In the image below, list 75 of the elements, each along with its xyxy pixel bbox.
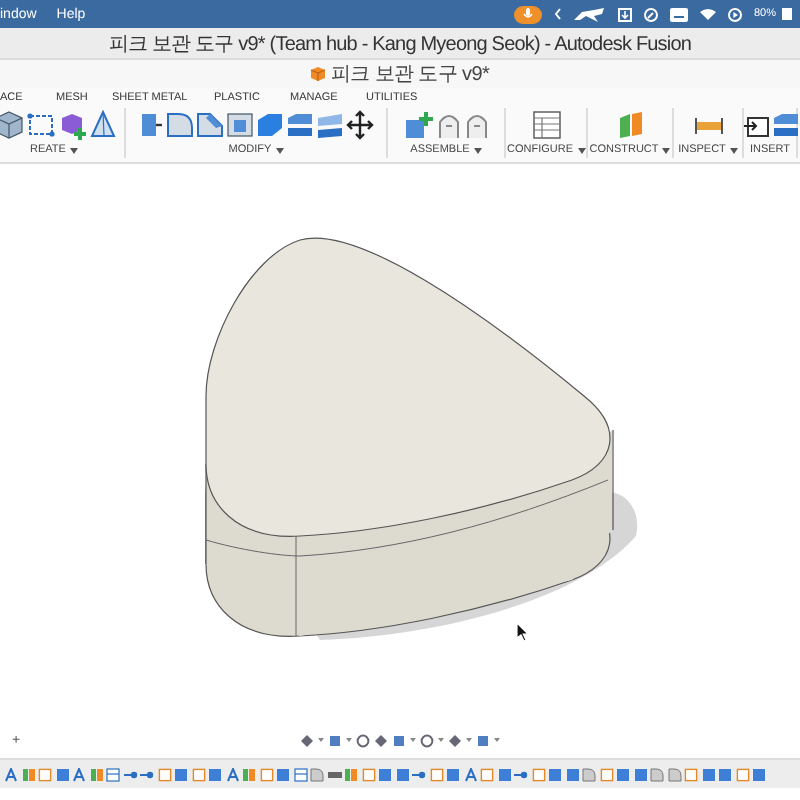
animal-icon[interactable]	[573, 7, 606, 21]
window-title: 피크 보관 도구 v9* (Team hub - Kang Myeong Seok) - Autodesk Fusion	[108, 31, 692, 57]
link-icon[interactable]	[412, 767, 426, 781]
solid-icon[interactable]	[497, 767, 511, 781]
sketch-icon[interactable]	[531, 767, 545, 781]
solid-icon[interactable]	[752, 767, 766, 781]
chevron-left-icon[interactable]	[553, 8, 562, 20]
sketch-icon[interactable]	[684, 767, 698, 781]
letter-a-icon[interactable]	[72, 767, 86, 781]
box-icon[interactable]	[0, 110, 23, 140]
caret-icon[interactable]	[494, 738, 501, 742]
move-arrows-icon[interactable]	[346, 110, 374, 140]
solid-icon[interactable]	[174, 767, 188, 781]
split-icon[interactable]	[21, 767, 35, 781]
split-icon[interactable]	[242, 767, 256, 781]
solid-icon[interactable]	[55, 767, 69, 781]
caret-icon[interactable]	[275, 147, 284, 153]
download-box-icon[interactable]	[617, 7, 632, 21]
press-pull-icon[interactable]	[138, 110, 164, 140]
sketch-icon[interactable]	[157, 767, 171, 781]
caret-icon[interactable]	[729, 147, 738, 153]
keyboard-icon[interactable]	[669, 7, 688, 21]
wifi-icon[interactable]	[699, 8, 716, 20]
table-icon[interactable]	[531, 110, 561, 140]
joint-outline-icon[interactable]	[435, 110, 461, 140]
play-circle-icon[interactable]	[727, 7, 742, 21]
shell-icon[interactable]	[226, 110, 254, 140]
sketch-icon[interactable]	[191, 767, 205, 781]
link-icon[interactable]	[123, 767, 137, 781]
caret-icon[interactable]	[438, 738, 445, 742]
solid-icon[interactable]	[276, 767, 290, 781]
sketch-icon[interactable]	[735, 767, 749, 781]
sketch-icon[interactable]	[361, 767, 375, 781]
caret-icon[interactable]	[346, 738, 353, 742]
caret-icon[interactable]	[577, 147, 585, 153]
solid-icon[interactable]	[446, 767, 460, 781]
solid-block-icon[interactable]	[256, 110, 284, 140]
pyramid-icon[interactable]	[89, 110, 115, 140]
fillet-icon[interactable]	[310, 767, 324, 781]
sketch-icon[interactable]	[429, 767, 443, 781]
caret-icon[interactable]	[69, 147, 78, 153]
table-icon[interactable]	[293, 767, 307, 781]
split-icon[interactable]	[344, 767, 358, 781]
link-icon[interactable]	[514, 767, 528, 781]
letter-a-icon[interactable]	[463, 767, 477, 781]
letter-a-icon[interactable]	[225, 767, 239, 781]
sketch-icon[interactable]	[599, 767, 613, 781]
chamfer-icon[interactable]	[196, 110, 224, 140]
stacked-blocks-icon[interactable]	[771, 110, 799, 140]
fillet-icon[interactable]	[582, 767, 596, 781]
caret-icon[interactable]	[473, 147, 482, 153]
caret-icon[interactable]	[318, 738, 325, 742]
split-icon[interactable]	[89, 767, 103, 781]
battery-icon	[782, 8, 792, 20]
caret-icon[interactable]	[466, 738, 473, 742]
joint-outline-icon[interactable]	[463, 110, 489, 140]
caret-icon[interactable]	[410, 738, 417, 742]
link-icon[interactable]	[140, 767, 154, 781]
box-icon	[310, 66, 327, 82]
new-joint-icon[interactable]	[403, 110, 433, 140]
microphone-indicator-icon[interactable]	[513, 5, 542, 23]
construction-plane-icon[interactable]	[615, 110, 645, 140]
letter-a-icon[interactable]	[4, 767, 18, 781]
sketch-rectangle-icon[interactable]	[25, 110, 55, 140]
table-icon[interactable]	[106, 767, 120, 781]
sketch-icon[interactable]	[259, 767, 273, 781]
mouse-cursor-icon	[516, 622, 530, 642]
solid-icon[interactable]	[208, 767, 222, 781]
fillet-icon[interactable]	[166, 110, 194, 140]
new-component-icon[interactable]	[57, 110, 87, 140]
stacked-blocks-icon[interactable]	[286, 110, 314, 140]
sketch-icon[interactable]	[480, 767, 494, 781]
sketch-icon[interactable]	[38, 767, 52, 781]
split-body-icon[interactable]	[316, 110, 344, 140]
caret-icon[interactable]	[662, 147, 671, 153]
